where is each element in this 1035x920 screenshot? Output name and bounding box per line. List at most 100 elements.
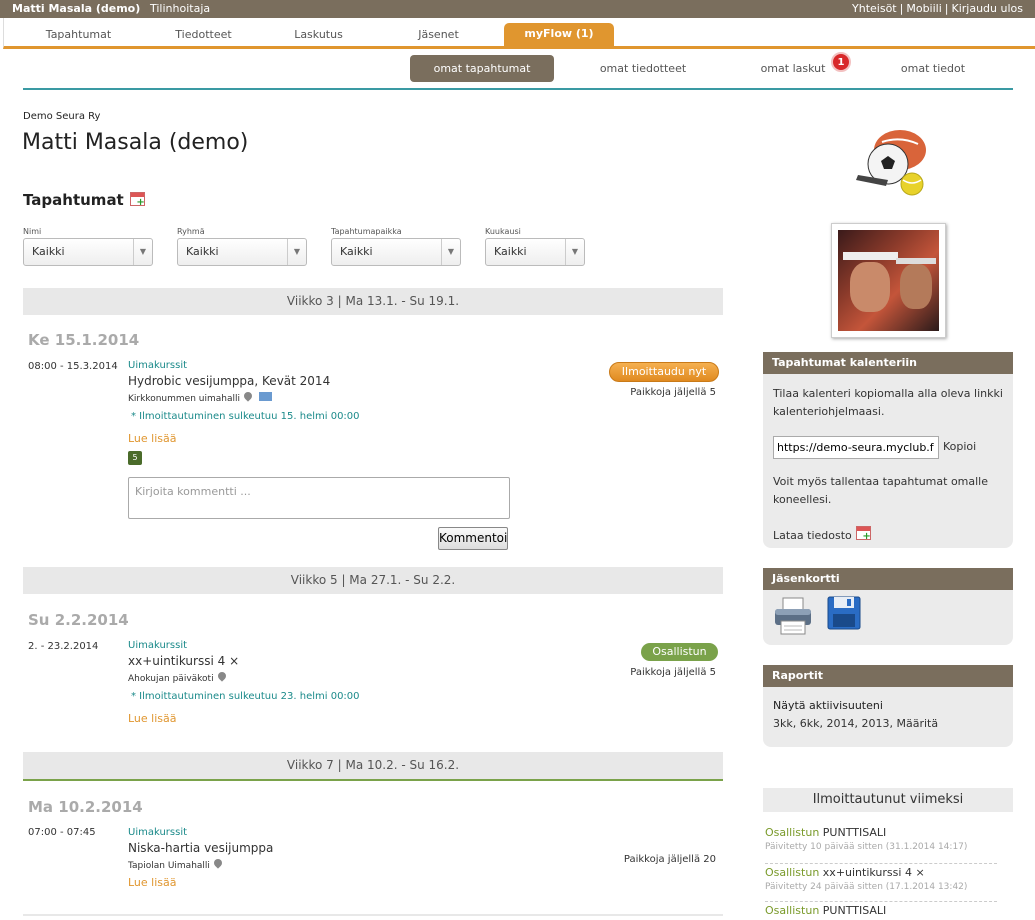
download-file[interactable]: Lataa tiedosto: [773, 526, 871, 542]
recent-status: Osallistun: [765, 904, 820, 917]
section-title: Tapahtumat: [23, 191, 145, 209]
register-now-button[interactable]: Ilmoittaudu nyt: [609, 362, 719, 382]
recent-event: PUNTTISALI: [822, 904, 887, 917]
participating-button[interactable]: Osallistun: [641, 643, 718, 661]
top-links: Yhteisöt | Mobiili | Kirjaudu ulos: [852, 2, 1023, 15]
calendar-text: Tilaa kalenteri kopiomalla alla oleva li…: [773, 387, 1003, 418]
event-place: Tapiolan Uimahalli: [128, 857, 224, 871]
face: [900, 264, 932, 309]
event-category[interactable]: Uimakurssit: [128, 640, 187, 651]
printer-icon[interactable]: [773, 596, 813, 636]
filter-month: Kuukausi Kaikki ▼: [485, 227, 585, 266]
day-title: Su 2.2.2014: [28, 611, 129, 629]
list-item[interactable]: Osallistun xx+uintikurssi 4 × Päivitetty…: [765, 864, 997, 902]
sub-nav: omat tapahtumat omat tiedotteet omat las…: [23, 52, 1013, 90]
week-header: Viikko 7 | Ma 10.2. - Su 16.2.: [23, 752, 723, 781]
event-time: 08:00 - 15.3.2014: [28, 361, 118, 372]
calendar-url-field[interactable]: https://demo-seura.myclub.f: [773, 436, 939, 459]
select-value: Kaikki: [494, 245, 527, 258]
spots-left: Paikkoja jäljellä 5: [630, 667, 716, 678]
html-icon[interactable]: [258, 392, 272, 401]
event-time: 2. - 23.2.2014: [28, 641, 99, 652]
save-icon[interactable]: [827, 596, 861, 630]
comment-input[interactable]: Kirjoita kommentti ...: [128, 477, 510, 519]
report-periods: 3kk, 6kk, 2014, 2013, Määritä: [773, 717, 939, 730]
period-2013[interactable]: 2013: [862, 717, 890, 730]
laskut-count-badge: 1: [831, 52, 851, 72]
event-note: * Ilmoittautuminen sulkeutuu 15. helmi 0…: [131, 411, 360, 422]
section-title-text: Tapahtumat: [23, 191, 124, 209]
add-calendar-icon[interactable]: [129, 192, 145, 208]
event-name[interactable]: xx+uintikurssi 4 ×: [128, 654, 239, 668]
profile-photo[interactable]: [831, 223, 946, 338]
link-mobile[interactable]: Mobiili: [906, 2, 941, 15]
event-category[interactable]: Uimakurssit: [128, 360, 187, 371]
list-item[interactable]: Osallistun PUNTTISALI Päivitetty 10 päiv…: [765, 826, 997, 864]
divider: [23, 914, 723, 916]
face: [850, 262, 890, 312]
recent-list: Osallistun PUNTTISALI Päivitetty 10 päiv…: [765, 826, 997, 920]
member-card-panel: [763, 590, 1013, 645]
read-more-link[interactable]: Lue lisää: [128, 432, 177, 445]
event-place-text: Kirkkonummen uimahalli: [128, 394, 240, 404]
filter-name: Nimi Kaikki ▼: [23, 227, 153, 266]
read-more-link[interactable]: Lue lisää: [128, 876, 177, 889]
event-note: * Ilmoittautuminen sulkeutuu 23. helmi 0…: [131, 691, 360, 702]
user-name[interactable]: Matti Masala (demo): [12, 2, 140, 15]
calendar-panel: Tilaa kalenteri kopiomalla alla oleva li…: [763, 374, 1013, 548]
tab-jasenet[interactable]: Jäsenet: [376, 24, 501, 46]
filter-group: Ryhmä Kaikki ▼: [177, 227, 307, 266]
recent-event: PUNTTISALI: [822, 826, 887, 839]
read-more-link[interactable]: Lue lisää: [128, 712, 177, 725]
filter-month-select[interactable]: Kaikki ▼: [485, 238, 585, 266]
event-category[interactable]: Uimakurssit: [128, 827, 187, 838]
comment-button[interactable]: Kommentoi: [438, 527, 508, 550]
manager-link[interactable]: Tilinhoitaja: [150, 2, 210, 15]
recent-date: Päivitetty 24 päivää sitten (17.1.2014 1…: [765, 882, 968, 892]
subtab-omat-laskut[interactable]: omat laskut 1: [723, 52, 863, 82]
page-title: Matti Masala (demo): [22, 130, 249, 155]
day-title: Ke 15.1.2014: [28, 331, 140, 349]
main-nav: Tapahtumat Tiedotteet Laskutus Jäsenet m…: [3, 18, 1035, 49]
calendar-panel-title: Tapahtumat kalenteriin: [763, 352, 1013, 374]
avatar: [838, 230, 939, 331]
tab-tiedotteet[interactable]: Tiedotteet: [141, 24, 266, 46]
tab-tapahtumat[interactable]: Tapahtumat: [16, 24, 141, 46]
event-name[interactable]: Hydrobic vesijumppa, Kevät 2014: [128, 374, 330, 388]
filter-group-select[interactable]: Kaikki ▼: [177, 238, 307, 266]
period-3kk[interactable]: 3kk: [773, 717, 793, 730]
event-name[interactable]: Niska-hartia vesijumppa: [128, 841, 273, 855]
map-pin-icon[interactable]: [215, 670, 228, 682]
week-header: Viikko 3 | Ma 13.1. - Su 19.1.: [23, 288, 723, 315]
event-place: Ahokujan päiväkoti: [128, 670, 228, 684]
subtab-omat-tapahtumat[interactable]: omat tapahtumat: [410, 55, 554, 82]
map-pin-icon[interactable]: [242, 390, 254, 402]
list-item[interactable]: Osallistun PUNTTISALI: [765, 902, 997, 920]
event-name-text: xx+uintikurssi 4: [128, 654, 226, 668]
copy-link[interactable]: Kopioi: [943, 440, 976, 453]
subtab-omat-tiedotteet[interactable]: omat tiedotteet: [571, 55, 715, 82]
tab-myflow[interactable]: myFlow (1): [504, 23, 614, 46]
link-communities[interactable]: Yhteisöt: [852, 2, 897, 15]
link-logout[interactable]: Kirjaudu ulos: [952, 2, 1024, 15]
filter-label: Kuukausi: [485, 227, 521, 236]
event-place-text: Ahokujan päiväkoti: [128, 674, 214, 684]
reports-panel: Näytä aktiivisuuteni 3kk, 6kk, 2014, 201…: [763, 687, 1013, 747]
filter-place-select[interactable]: Kaikki ▼: [331, 238, 461, 266]
period-custom[interactable]: Määritä: [897, 717, 939, 730]
map-pin-icon[interactable]: [212, 857, 224, 869]
period-6kk[interactable]: 6kk: [800, 717, 820, 730]
calendar-download-icon[interactable]: [855, 526, 871, 542]
club-name: Demo Seura Ry: [23, 111, 101, 122]
filter-label: Tapahtumapaikka: [331, 227, 402, 236]
headband: [843, 252, 898, 260]
sports-logo: [848, 120, 928, 200]
subtab-omat-tiedot[interactable]: omat tiedot: [863, 55, 1003, 82]
calendar-text-2: Voit myös tallentaa tapahtumat omalle ko…: [773, 475, 989, 506]
chevron-down-icon: ▼: [287, 239, 306, 265]
tab-laskutus[interactable]: Laskutus: [256, 24, 381, 46]
period-2014[interactable]: 2014: [827, 717, 855, 730]
filter-name-select[interactable]: Kaikki ▼: [23, 238, 153, 266]
subtab-label: omat laskut: [760, 62, 826, 75]
recent-status: Osallistun: [765, 866, 820, 879]
